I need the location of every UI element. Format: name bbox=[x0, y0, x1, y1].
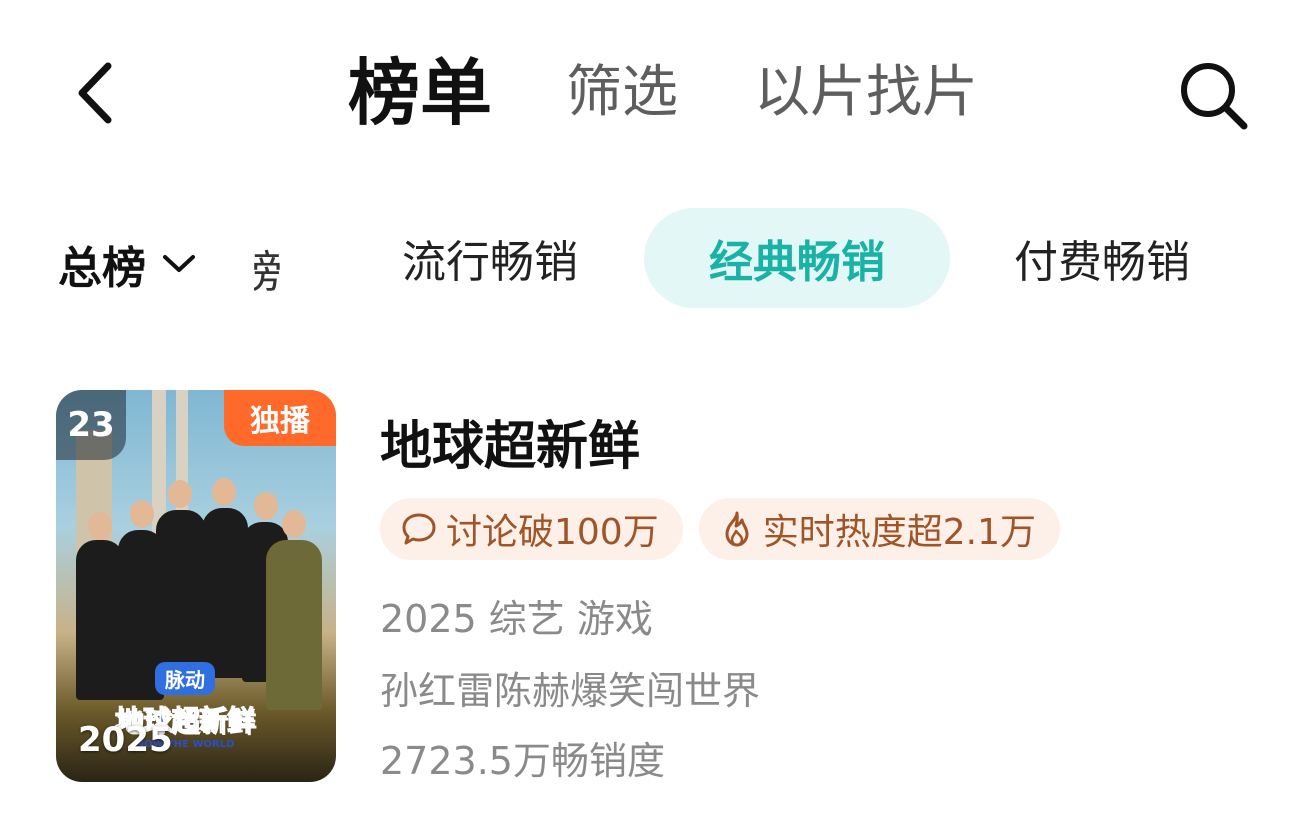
nav-tabs: 榜单 筛选 以片找片 bbox=[348, 48, 1054, 138]
comment-icon bbox=[402, 513, 436, 545]
search-button[interactable] bbox=[1176, 58, 1252, 134]
poster-brand: 脉动 bbox=[155, 662, 215, 695]
item-meta: 2025 综艺 游戏 bbox=[380, 597, 653, 641]
flame-icon bbox=[725, 511, 749, 547]
tag-discussion[interactable]: 讨论破100万 bbox=[380, 498, 683, 560]
category-dropdown-label: 总榜 bbox=[58, 243, 146, 294]
list-item[interactable]: 23 独播 脉动 地球超新鲜 NOW THE WORLD 2025 地球超新鲜 … bbox=[56, 390, 1256, 784]
poster-year: 2025 bbox=[78, 720, 173, 760]
item-title[interactable]: 地球超新鲜 bbox=[380, 404, 640, 479]
top-bar: 榜单 筛选 以片找片 bbox=[0, 0, 1312, 180]
back-button[interactable] bbox=[68, 58, 128, 128]
category-dropdown[interactable]: 总榜 bbox=[58, 232, 196, 296]
exclusive-badge: 独播 bbox=[224, 390, 336, 446]
category-row: 总榜 榜 流行畅销 经典畅销 付费畅销 bbox=[0, 208, 1312, 312]
chip-popular-bestseller[interactable]: 流行畅销 bbox=[360, 208, 620, 308]
item-tags: 讨论破100万 实时热度超2.1万 bbox=[380, 498, 1076, 560]
tab-filter[interactable]: 筛选 bbox=[566, 65, 678, 121]
tab-find-by-clip[interactable]: 以片找片 bbox=[754, 65, 978, 121]
tag-heat-text: 实时热度超2.1万 bbox=[762, 512, 1036, 553]
tab-ranking[interactable]: 榜单 bbox=[348, 57, 492, 129]
item-sales: 2723.5万畅销度 bbox=[380, 739, 665, 783]
chevron-left-icon bbox=[78, 62, 112, 124]
chevron-down-icon bbox=[163, 255, 195, 272]
search-icon bbox=[1181, 63, 1248, 130]
chip-classic-bestseller[interactable]: 经典畅销 bbox=[644, 208, 950, 308]
poster-image[interactable]: 23 独播 脉动 地球超新鲜 NOW THE WORLD 2025 bbox=[56, 390, 336, 782]
tag-heat[interactable]: 实时热度超2.1万 bbox=[698, 498, 1060, 560]
category-partial-tab[interactable]: 榜 bbox=[254, 236, 284, 296]
chip-paid-bestseller[interactable]: 付费畅销 bbox=[972, 208, 1232, 308]
item-description: 孙红雷陈赫爆笑闯世界 bbox=[380, 669, 761, 713]
rank-badge: 23 bbox=[56, 390, 126, 460]
tag-discussion-text: 讨论破100万 bbox=[446, 512, 659, 553]
